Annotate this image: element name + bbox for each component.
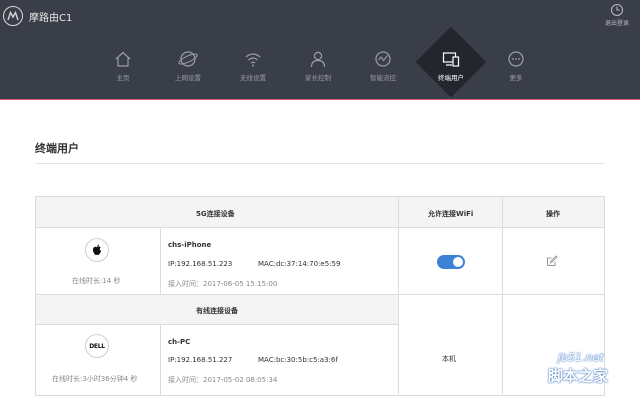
more-icon [508, 51, 524, 67]
row-divider [36, 324, 398, 325]
nav-parental-control[interactable]: 家长控制 [288, 43, 348, 93]
table-header [36, 197, 604, 228]
edit-icon[interactable] [546, 255, 558, 267]
apple-icon [85, 238, 109, 262]
online-duration: 在线时长:3小时36分钟4 秒 [52, 375, 138, 383]
globe-icon [178, 51, 198, 67]
gauge-icon [375, 51, 391, 67]
device-name: chs-iPhone [168, 241, 212, 249]
top-bar: 摩路由C1 退出登录 主页 上网设置 无线设置 家长控制 智能流控 终端用户 更… [0, 0, 640, 100]
device-mac: MAC:dc:37:14:70:e5:59 [258, 260, 341, 268]
allow-wifi-column-header: 允许连接WiFi [428, 210, 474, 218]
nav-wireless-settings[interactable]: 无线设置 [223, 43, 283, 93]
nav-terminal-users[interactable]: 终端用户 [421, 43, 481, 93]
device-mac: MAC:bc:30:5b:c5:a3:6f [258, 356, 338, 364]
watermark-site: jb51.net [558, 351, 604, 364]
page-title: 终端用户 [35, 142, 79, 155]
device-ip: IP:192.168.51.223 [168, 260, 233, 268]
column-divider [398, 197, 399, 395]
online-duration: 在线时长:14 秒 [72, 277, 121, 285]
wifi-icon [245, 53, 261, 67]
home-icon [115, 51, 131, 67]
logout-label: 退出登录 [604, 20, 629, 27]
logout-icon [611, 4, 623, 16]
motorola-logo-icon [3, 6, 23, 26]
dell-logo-text: DELL [89, 342, 105, 350]
group-wired-header: 有线连接设备 [196, 307, 238, 315]
access-time: 接入时间：2017-05-02 08:05:34 [168, 376, 278, 384]
user-icon [310, 51, 326, 68]
toggle-knob [453, 257, 463, 267]
device-ip: IP:192.168.51.227 [168, 356, 233, 364]
dell-icon: DELL [85, 334, 109, 358]
nav-more[interactable]: 更多 [486, 43, 546, 93]
action-column-header: 操作 [546, 210, 560, 218]
this-device-label: 本机 [442, 355, 456, 363]
column-divider [502, 197, 503, 395]
brand-name: 摩路由C1 [29, 12, 73, 24]
column-divider [160, 324, 161, 395]
watermark-name: 脚本之家 [548, 367, 609, 385]
column-divider [160, 228, 161, 294]
device-table: 5G连接设备 允许连接WiFi 操作 在线时长:14 秒 chs-iPhone … [35, 196, 605, 396]
nav-home[interactable]: 主页 [93, 43, 153, 93]
device-name: ch-PC [168, 338, 191, 346]
title-divider [35, 163, 605, 164]
allow-wifi-toggle[interactable] [437, 255, 465, 269]
nav-internet-settings[interactable]: 上网设置 [158, 43, 218, 93]
access-time: 接入时间：2017-06-05 15:15:00 [168, 280, 278, 288]
brand: 摩路由C1 [3, 5, 72, 27]
devices-icon [442, 52, 460, 67]
group-5g-header: 5G连接设备 [196, 210, 235, 218]
nav-smart-qos[interactable]: 智能流控 [353, 43, 413, 93]
logout-button[interactable]: 退出登录 [600, 3, 634, 27]
